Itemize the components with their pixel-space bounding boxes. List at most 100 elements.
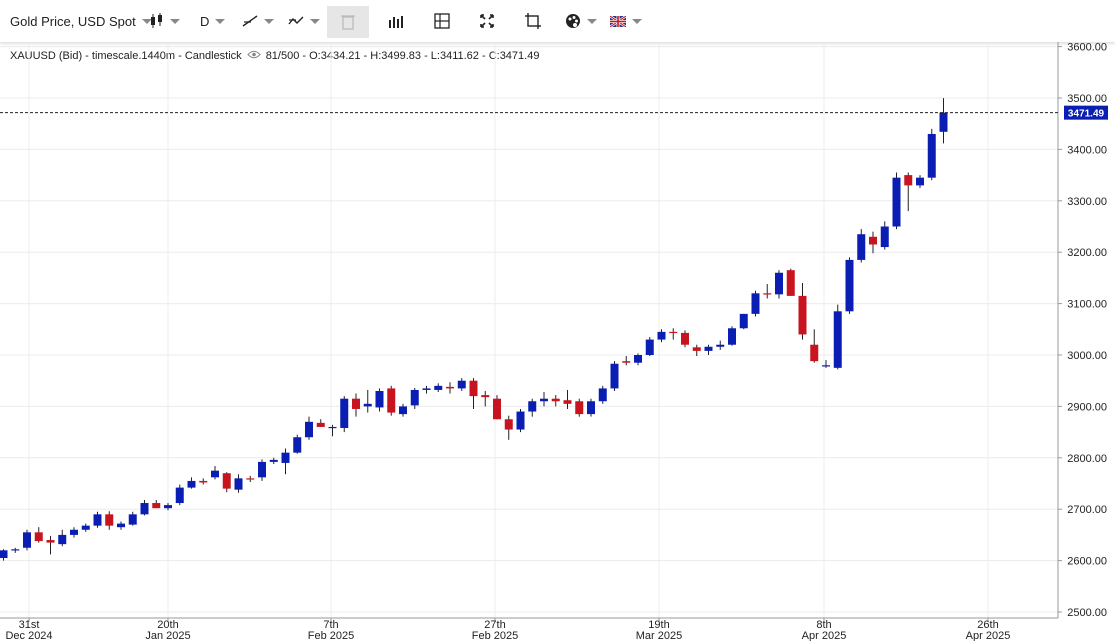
candle-body [939,112,948,132]
x-tick-label-period: Dec 2024 [5,630,52,641]
y-tick-label: 2500.00 [1067,607,1107,619]
indicators-button[interactable] [288,6,320,36]
candle-body [81,525,90,530]
language-button[interactable] [610,6,642,36]
candle-body [481,395,490,398]
candle-body [352,398,360,409]
candle-body [340,398,349,428]
fullscreen-button[interactable] [480,6,494,36]
candle-body [34,532,43,542]
x-tick-label-period: Mar 2025 [636,630,682,641]
candle-body [551,398,560,402]
instrument-selector[interactable]: Gold Price, USD Spot [10,6,152,36]
delete-button[interactable] [327,6,369,38]
candle-body [845,259,854,312]
volume-icon [388,14,404,28]
candle-body [269,459,278,462]
toolbar: Gold Price, USD Spot D [0,0,1115,43]
candle-body [164,505,172,509]
candle-body [23,532,31,548]
fit-button[interactable] [525,6,541,36]
candle-body [704,346,713,351]
candle-body [246,478,255,480]
candle-body [305,421,313,438]
candle-body [645,339,654,355]
candle-body [587,401,595,415]
candle-body [11,549,20,551]
chart-type-button[interactable] [150,6,180,36]
candle-body [105,514,114,526]
candle-body [786,270,795,296]
candles [0,98,948,561]
timeframe-selector[interactable]: D [200,6,226,36]
candle-body [822,365,830,367]
y-tick-label: 2700.00 [1067,504,1107,516]
timeframe-label: D [200,13,210,29]
volume-button[interactable] [388,6,404,36]
candle-body [152,503,161,509]
chevron-down-icon [587,18,597,24]
candle-body [422,388,431,390]
fullscreen-icon [480,14,494,28]
candle-body [751,293,760,314]
candle-body [457,380,466,389]
x-tick-label-period: Apr 2025 [966,630,1011,641]
candle-body [869,236,877,245]
candle-body [739,313,748,329]
y-axis: 2500.00 2600.00 2700.00 2800.00 2900.00 3000.… [1057,42,1107,619]
candle-body [563,400,572,404]
delete-icon [341,14,355,30]
x-tick-label-period: Jan 2025 [145,630,190,641]
x-axis: 31stDec 202420thJan 20257thFeb 202527thF… [0,617,1058,641]
candle-body [810,344,819,362]
draw-line-icon [242,14,258,28]
candle-body [316,422,325,427]
y-tick-label: 3400.00 [1067,144,1107,156]
candle-body [634,355,642,363]
candle-body [927,133,936,178]
x-tick-label-period: Feb 2025 [472,630,518,641]
candle-body [70,529,78,535]
grid [0,42,1058,618]
candle-body [410,389,419,406]
palette-button[interactable] [565,6,597,36]
crosshair-button[interactable] [434,6,450,36]
x-tick-label-period: Apr 2025 [802,630,847,641]
y-tick-label: 3100.00 [1067,299,1107,311]
chevron-down-icon [170,18,180,24]
candle-body [199,480,208,483]
candle-body [93,514,102,526]
y-tick-label: 3200.00 [1067,247,1107,259]
candle-body [328,426,337,429]
draw-line-button[interactable] [242,6,274,36]
candle-body [375,390,384,408]
candle-body [363,403,372,407]
y-tick-label: 2900.00 [1067,401,1107,413]
candle-body [446,386,454,389]
candle-body [387,388,396,413]
palette-icon [565,13,581,29]
candlestick-chart[interactable]: 2500.00 2600.00 2700.00 2800.00 2900.00 3000.… [0,42,1115,641]
candle-body [681,332,689,345]
candle-body [117,523,125,528]
y-tick-label: 3600.00 [1067,42,1107,54]
y-tick-label: 3500.00 [1067,93,1107,105]
candle-body [622,361,631,363]
y-tick-label: 3300.00 [1067,196,1107,208]
candle-body [399,406,407,415]
chevron-down-icon [310,18,320,24]
candle-body [187,480,196,488]
candle-body [904,175,913,186]
candle-body [775,272,783,295]
chevron-down-icon [264,18,274,24]
candle-body [857,234,866,260]
candle-body [0,550,8,559]
candle-body [211,470,219,478]
candle-body [469,380,478,397]
candle-body [504,419,513,430]
candle-body [598,388,607,402]
candle-body [234,478,243,490]
y-tick-label: 2600.00 [1067,556,1107,568]
candle-body [798,295,807,335]
candle-body [716,344,725,347]
